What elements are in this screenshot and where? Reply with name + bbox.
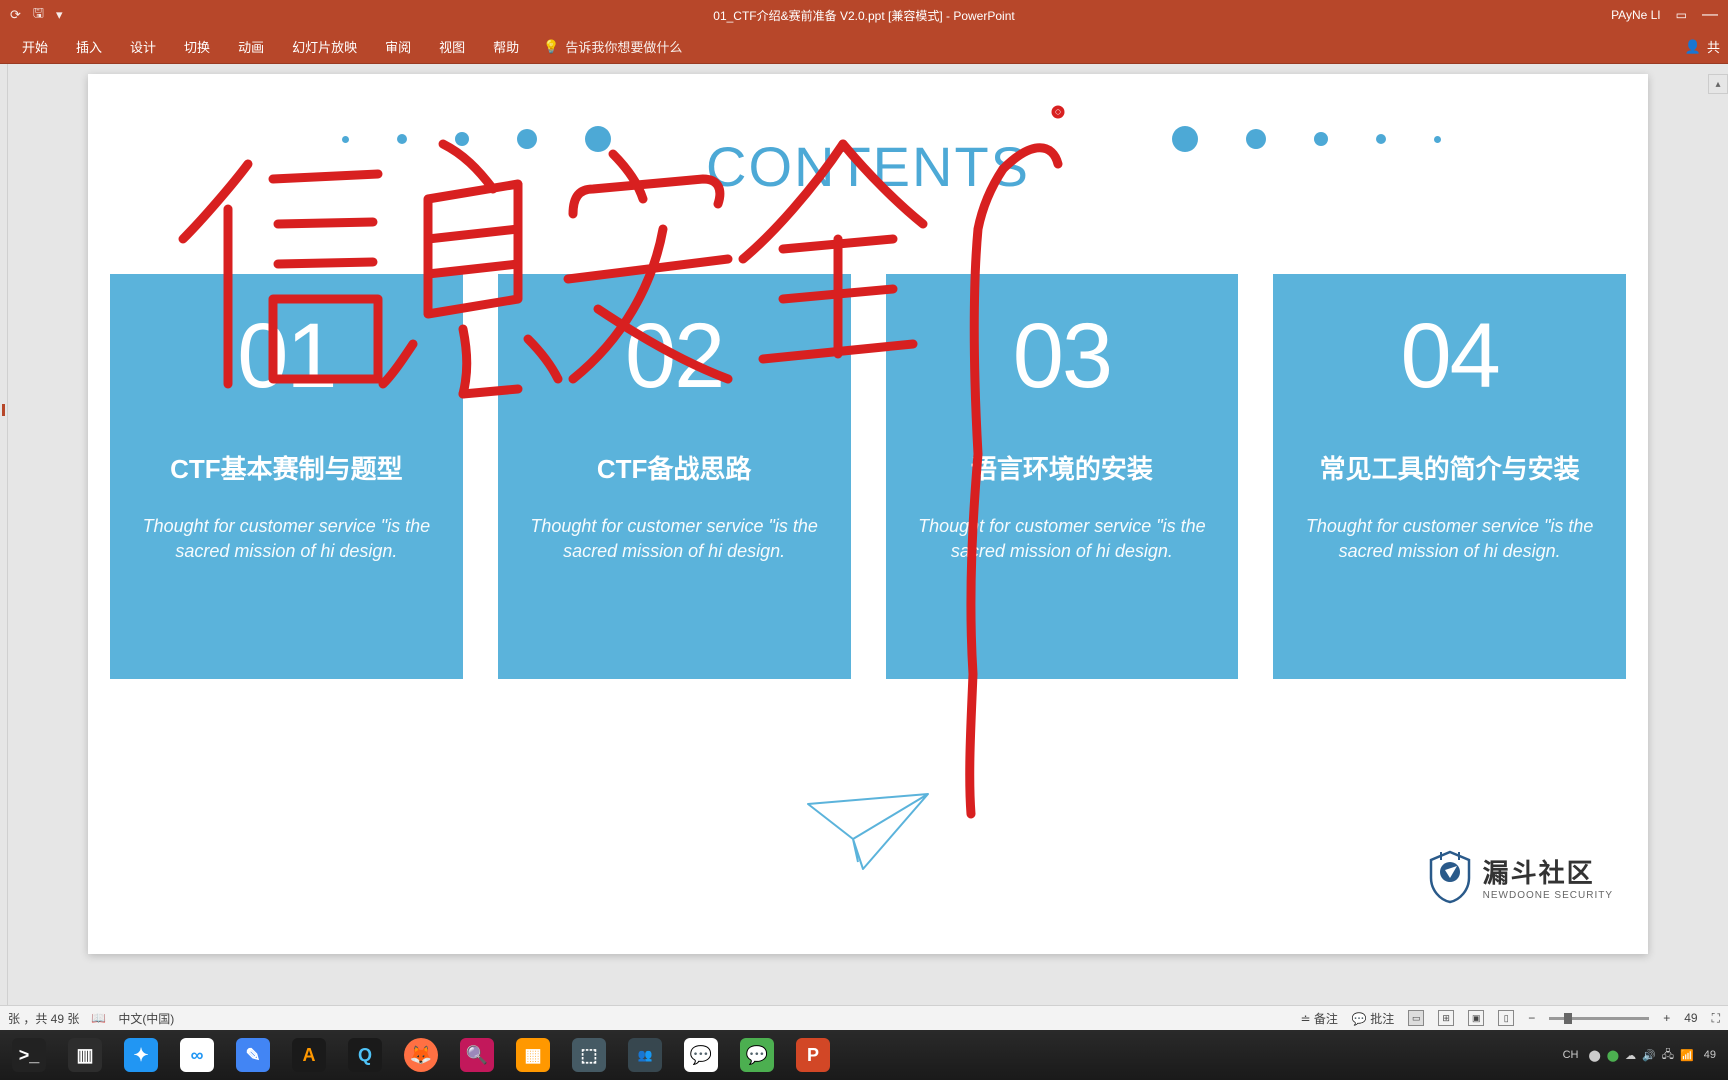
share-icon: 👤: [1685, 39, 1701, 55]
system-tray[interactable]: ⬤ ⬤ ☁ 🔊 🖧 📶: [1588, 1046, 1693, 1065]
ribbon-options-icon[interactable]: ▭: [1676, 8, 1687, 22]
card-number: 02: [625, 304, 723, 409]
zoom-value[interactable]: 49: [1684, 1011, 1697, 1025]
zoom-slider[interactable]: [1549, 1017, 1649, 1020]
paper-plane-icon: [798, 784, 938, 874]
zoom-out-icon[interactable]: −: [1528, 1011, 1535, 1025]
tab-transitions[interactable]: 切换: [170, 30, 224, 63]
taskbar-vmware[interactable]: ⬚: [562, 1032, 616, 1078]
language-indicator[interactable]: 中文(中国): [118, 1010, 174, 1027]
taskbar-powerpoint[interactable]: P: [786, 1032, 840, 1078]
taskbar-search[interactable]: 🔍: [450, 1032, 504, 1078]
zoom-in-icon[interactable]: +: [1663, 1011, 1670, 1025]
notes-button[interactable]: ≐ 备注: [1301, 1010, 1338, 1027]
tab-review[interactable]: 审阅: [371, 30, 425, 63]
tab-animations[interactable]: 动画: [224, 30, 278, 63]
window-title: 01_CTF介绍&赛前准备 V2.0.ppt [兼容模式] - PowerPoi…: [713, 7, 1014, 24]
taskbar-notes[interactable]: ✎: [226, 1032, 280, 1078]
volume-icon[interactable]: 🔊: [1642, 1049, 1656, 1062]
ime-indicator[interactable]: CH: [1563, 1049, 1579, 1061]
card-number: 01: [237, 304, 335, 409]
shield-icon: [1427, 850, 1473, 904]
taskbar-wechat[interactable]: 💬: [674, 1032, 728, 1078]
lightbulb-icon: 💡: [543, 39, 559, 55]
taskbar-browser-q[interactable]: Q: [338, 1032, 392, 1078]
card-title: CTF备战思路: [597, 449, 752, 486]
card-desc: Thought for customer service "is the sac…: [130, 514, 443, 564]
taskbar-app-blue[interactable]: ✦: [114, 1032, 168, 1078]
tab-help[interactable]: 帮助: [479, 30, 533, 63]
tab-view[interactable]: 视图: [425, 30, 479, 63]
tell-me-label: 告诉我你想要做什么: [565, 37, 682, 56]
workspace: ▴ CONTENTS 01 CTF基本赛制与题型 Thought for cus…: [0, 64, 1728, 1005]
view-slideshow-icon[interactable]: ▯: [1498, 1010, 1514, 1026]
taskbar-terminal[interactable]: >_: [2, 1032, 56, 1078]
card-desc: Thought for customer service "is the sac…: [518, 514, 831, 564]
view-sorter-icon[interactable]: ⊞: [1438, 1010, 1454, 1026]
view-reading-icon[interactable]: ▣: [1468, 1010, 1484, 1026]
network-icon[interactable]: 🖧: [1662, 1046, 1674, 1065]
card-3: 03 语言环境的安装 Thought for customer service …: [886, 274, 1239, 679]
tray-icon[interactable]: ⬤: [1588, 1049, 1600, 1062]
view-normal-icon[interactable]: ▭: [1408, 1010, 1424, 1026]
tab-design[interactable]: 设计: [116, 30, 170, 63]
autosave-icon[interactable]: ⟳: [10, 7, 21, 23]
share-button[interactable]: 👤 共: [1685, 37, 1720, 56]
card-title: CTF基本赛制与题型: [170, 449, 403, 486]
decor-dots-right: [1148, 126, 1465, 152]
tray-icon[interactable]: ⬤: [1607, 1049, 1619, 1062]
tray-icon[interactable]: ☁: [1625, 1049, 1636, 1062]
card-4: 04 常见工具的简介与安装 Thought for customer servi…: [1273, 274, 1626, 679]
save-icon[interactable]: 🖫: [33, 4, 44, 26]
card-title: 常见工具的简介与安装: [1320, 449, 1580, 486]
taskbar: >_ ▥ ✦ ∞ ✎ A Q 🦊 🔍 ▦ ⬚ 👥 💬 💬 P CH ⬤ ⬤ ☁ …: [0, 1030, 1728, 1080]
user-name[interactable]: PAyNe LI: [1611, 8, 1661, 22]
qa-dropdown-icon[interactable]: ▾: [56, 7, 63, 23]
spellcheck-icon[interactable]: 📖: [91, 1011, 106, 1025]
status-bar: 张 ，共 49 张 📖 中文(中国) ≐ 备注 💬 批注 ▭ ⊞ ▣ ▯ − +…: [0, 1005, 1728, 1030]
tray-number[interactable]: 49: [1704, 1049, 1716, 1061]
taskbar-baidu[interactable]: ∞: [170, 1032, 224, 1078]
taskbar-files[interactable]: ▥: [58, 1032, 112, 1078]
decor-dots-left: [318, 126, 635, 152]
taskbar-app-a[interactable]: A: [282, 1032, 336, 1078]
taskbar-app-orange[interactable]: ▦: [506, 1032, 560, 1078]
titlebar: ⟳ 🖫 ▾ 01_CTF介绍&赛前准备 V2.0.ppt [兼容模式] - Po…: [0, 0, 1728, 30]
tab-slideshow[interactable]: 幻灯片放映: [278, 30, 371, 63]
taskbar-firefox[interactable]: 🦊: [394, 1032, 448, 1078]
card-number: 03: [1013, 304, 1111, 409]
tell-me-search[interactable]: 💡 告诉我你想要做什么: [543, 37, 682, 56]
wifi-icon[interactable]: 📶: [1680, 1049, 1694, 1062]
brand-logo: 漏斗社区 NEWDOONE SECURITY: [1427, 850, 1613, 904]
card-2: 02 CTF备战思路 Thought for customer service …: [498, 274, 851, 679]
comments-button[interactable]: 💬 批注: [1352, 1010, 1394, 1027]
thumbnail-pane-collapsed[interactable]: [0, 64, 8, 1005]
tab-insert[interactable]: 插入: [62, 30, 116, 63]
contents-heading: CONTENTS: [706, 134, 1030, 199]
card-desc: Thought for customer service "is the sac…: [906, 514, 1219, 564]
slide-count[interactable]: 张 ，共 49 张: [8, 1010, 79, 1027]
slide-canvas[interactable]: CONTENTS 01 CTF基本赛制与题型 Thought for custo…: [88, 74, 1648, 954]
minimize-icon[interactable]: —: [1702, 6, 1718, 24]
cards-row: 01 CTF基本赛制与题型 Thought for customer servi…: [110, 274, 1626, 679]
card-desc: Thought for customer service "is the sac…: [1293, 514, 1606, 564]
taskbar-wechat2[interactable]: 💬: [730, 1032, 784, 1078]
logo-text-en: NEWDOONE SECURITY: [1483, 890, 1613, 901]
card-title: 语言环境的安装: [971, 449, 1153, 486]
ribbon: 开始 插入 设计 切换 动画 幻灯片放映 审阅 视图 帮助 💡 告诉我你想要做什…: [0, 30, 1728, 64]
tab-home[interactable]: 开始: [8, 30, 62, 63]
card-number: 04: [1400, 304, 1498, 409]
logo-text-cn: 漏斗社区: [1483, 853, 1613, 890]
fit-window-icon[interactable]: ⛶: [1712, 1011, 1720, 1026]
card-1: 01 CTF基本赛制与题型 Thought for customer servi…: [110, 274, 463, 679]
taskbar-app-group[interactable]: 👥: [618, 1032, 672, 1078]
